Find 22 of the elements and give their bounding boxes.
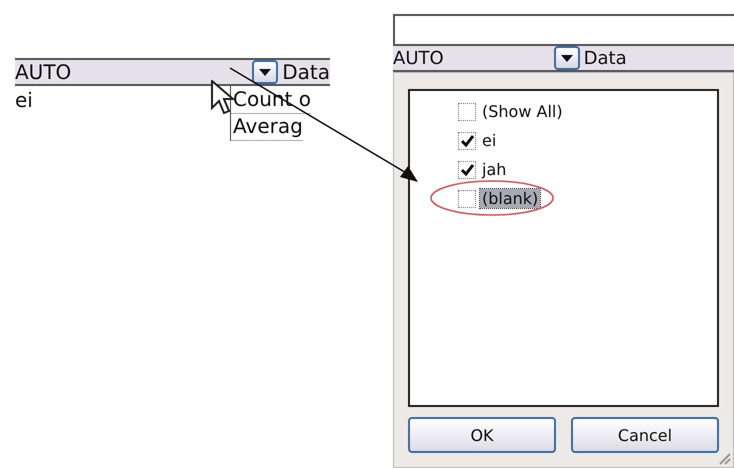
field-header: AUTO <box>15 60 72 84</box>
caret-icon <box>259 68 272 76</box>
dialog-button[interactable]: OK <box>408 417 556 453</box>
checkbox[interactable] <box>458 160 476 178</box>
caret-icon <box>560 54 573 62</box>
filter-item[interactable]: jah <box>480 160 508 179</box>
mouse-pointer-icon <box>211 80 235 116</box>
dialog-button[interactable]: Cancel <box>571 417 719 453</box>
dropdown-button[interactable] <box>252 60 278 84</box>
field-header: AUTO <box>393 48 444 68</box>
data-header: Data <box>584 48 627 68</box>
checkbox[interactable] <box>458 190 476 208</box>
filter-item[interactable]: ei <box>480 131 498 150</box>
checkbox[interactable] <box>458 132 476 150</box>
table-cell-text: ei <box>15 88 34 112</box>
data-header: Data <box>282 60 330 84</box>
resize-grip-icon <box>717 451 731 465</box>
dropdown-button[interactable] <box>554 46 580 70</box>
filter-item[interactable]: (blank) <box>480 189 540 208</box>
table-cell: Averag <box>230 112 303 140</box>
checkbox[interactable] <box>458 102 476 120</box>
filter-item[interactable]: (Show All) <box>480 102 565 121</box>
